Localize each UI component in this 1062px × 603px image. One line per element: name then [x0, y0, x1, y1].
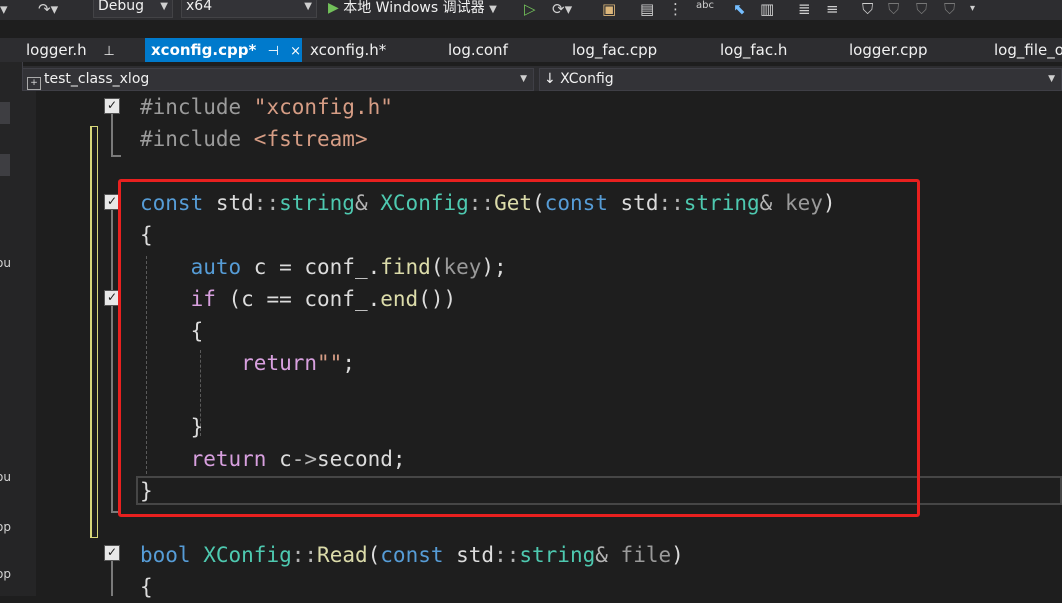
panel-text: op [0, 520, 11, 534]
tab-xconfig-cpp[interactable]: xconfig.cpp* ⊣ × [145, 38, 302, 62]
code-line-15[interactable]: bool XConfig::Read(const std::string& fi… [140, 539, 684, 571]
code-line-1[interactable]: #include "xconfig.h" [140, 91, 393, 123]
chevron-down-icon: ▼ [1048, 74, 1055, 84]
fold-line [111, 114, 113, 156]
start-without-debugging-icon[interactable]: ▷ [524, 1, 536, 17]
tab-logger-cpp[interactable]: logger.cpp [849, 38, 927, 62]
tab-log-fac-cpp[interactable]: log_fac.cpp [572, 38, 657, 62]
layout-icon[interactable]: ▥ [760, 1, 774, 17]
spell-check-icon[interactable]: abc [696, 0, 714, 14]
tab-label: logger.cpp [849, 41, 928, 59]
tab-label: log_fac.cpp [572, 41, 658, 59]
more-icon[interactable]: ⋮ [668, 1, 683, 17]
start-debugging-button[interactable]: ▶ 本地 Windows 调试器 ▼ [328, 0, 497, 20]
chevron-down-icon: ▼ [520, 74, 527, 84]
tab-logger-h[interactable]: logger.h ⊥ [26, 38, 144, 62]
redo-icon[interactable]: ↷▾ [38, 1, 58, 17]
solution-explorer-icon[interactable]: ▣ [602, 1, 616, 17]
collapse-icon[interactable]: ✓ [104, 98, 120, 114]
project-dropdown[interactable]: + test_class_xlog ▼ [22, 68, 534, 91]
tab-xconfig-h[interactable]: xconfig.h* [310, 38, 386, 62]
toolbar: ▾ ↷▾ Debug ▼ x64 ▼ ▶ 本地 Windows 调试器 ▼ ▷ … [0, 0, 1062, 20]
chevron-down-icon: ▼ [489, 4, 497, 15]
project-icon: + [27, 77, 41, 90]
fold-line [111, 155, 121, 157]
clear-bookmarks-icon[interactable]: ⛉ [944, 1, 955, 17]
pin-icon[interactable]: ⊣ [268, 44, 279, 59]
editor-margin [22, 91, 36, 596]
chevron-down-icon: ▼ [160, 1, 168, 12]
scope-label: ↓ XConfig [544, 71, 614, 87]
toolbar-overflow-icon[interactable]: ▾ [970, 1, 975, 17]
panel-text: ou [0, 256, 11, 270]
build-icon[interactable]: ▤ [640, 1, 654, 17]
comment-icon[interactable]: ≣ [798, 1, 811, 17]
project-label: test_class_xlog [44, 71, 150, 87]
change-tracking-bar [90, 126, 98, 538]
panel-fragment [0, 102, 10, 124]
code-line-2[interactable]: #include <fstream> [140, 123, 368, 155]
tab-label: log_fac.h [720, 41, 788, 59]
cursor-icon[interactable]: ⬉ [733, 1, 746, 17]
navigation-bar: + test_class_xlog ▼ ↓ XConfig ▼ [22, 66, 1062, 91]
next-bookmark-icon[interactable]: ⛉ [916, 1, 927, 17]
solution-explorer-panel[interactable]: ou ou op op [0, 62, 23, 596]
play-icon: ▶ [328, 0, 339, 16]
hot-reload-icon[interactable]: ⟳▾ [552, 1, 572, 17]
bookmark-icon[interactable]: ⛉ [862, 1, 873, 17]
tab-label: xconfig.h* [310, 41, 387, 59]
tab-log-fac-h[interactable]: log_fac.h [720, 38, 787, 62]
tab-label: log.conf [448, 41, 508, 59]
config-dropdown[interactable]: Debug ▼ [93, 0, 173, 18]
panel-fragment [0, 154, 10, 176]
chevron-down-icon: ▼ [304, 1, 312, 12]
code-line-16[interactable]: { [140, 571, 153, 603]
document-tab-bar: logger.h ⊥ xconfig.cpp* ⊣ × xconfig.h* l… [0, 38, 1062, 62]
tab-label: logger.h [26, 41, 87, 59]
prev-bookmark-icon[interactable]: ⛉ [888, 1, 899, 17]
tab-label: xconfig.cpp* [151, 41, 257, 59]
config-value: Debug [98, 0, 145, 14]
scope-dropdown[interactable]: ↓ XConfig ▼ [539, 68, 1062, 91]
tab-label: log_file_o [994, 41, 1062, 59]
uncomment-icon[interactable]: ≡ [826, 1, 839, 17]
debugger-label: 本地 Windows 调试器 [343, 0, 485, 16]
close-icon[interactable]: × [290, 44, 301, 59]
fold-line [111, 561, 113, 596]
platform-value: x64 [186, 0, 213, 14]
collapse-icon[interactable]: ✓ [104, 545, 120, 561]
platform-dropdown[interactable]: x64 ▼ [181, 0, 317, 18]
fold-line [111, 210, 113, 512]
tab-log-conf[interactable]: log.conf [448, 38, 508, 62]
tab-log-file[interactable]: log_file_o [994, 38, 1062, 62]
undo-arrow-icon[interactable]: ▾ [0, 1, 8, 17]
pin-icon[interactable]: ⊥ [103, 44, 114, 59]
panel-text: ou [0, 470, 11, 484]
highlight-annotation-box [118, 179, 920, 517]
panel-text: op [0, 567, 11, 581]
